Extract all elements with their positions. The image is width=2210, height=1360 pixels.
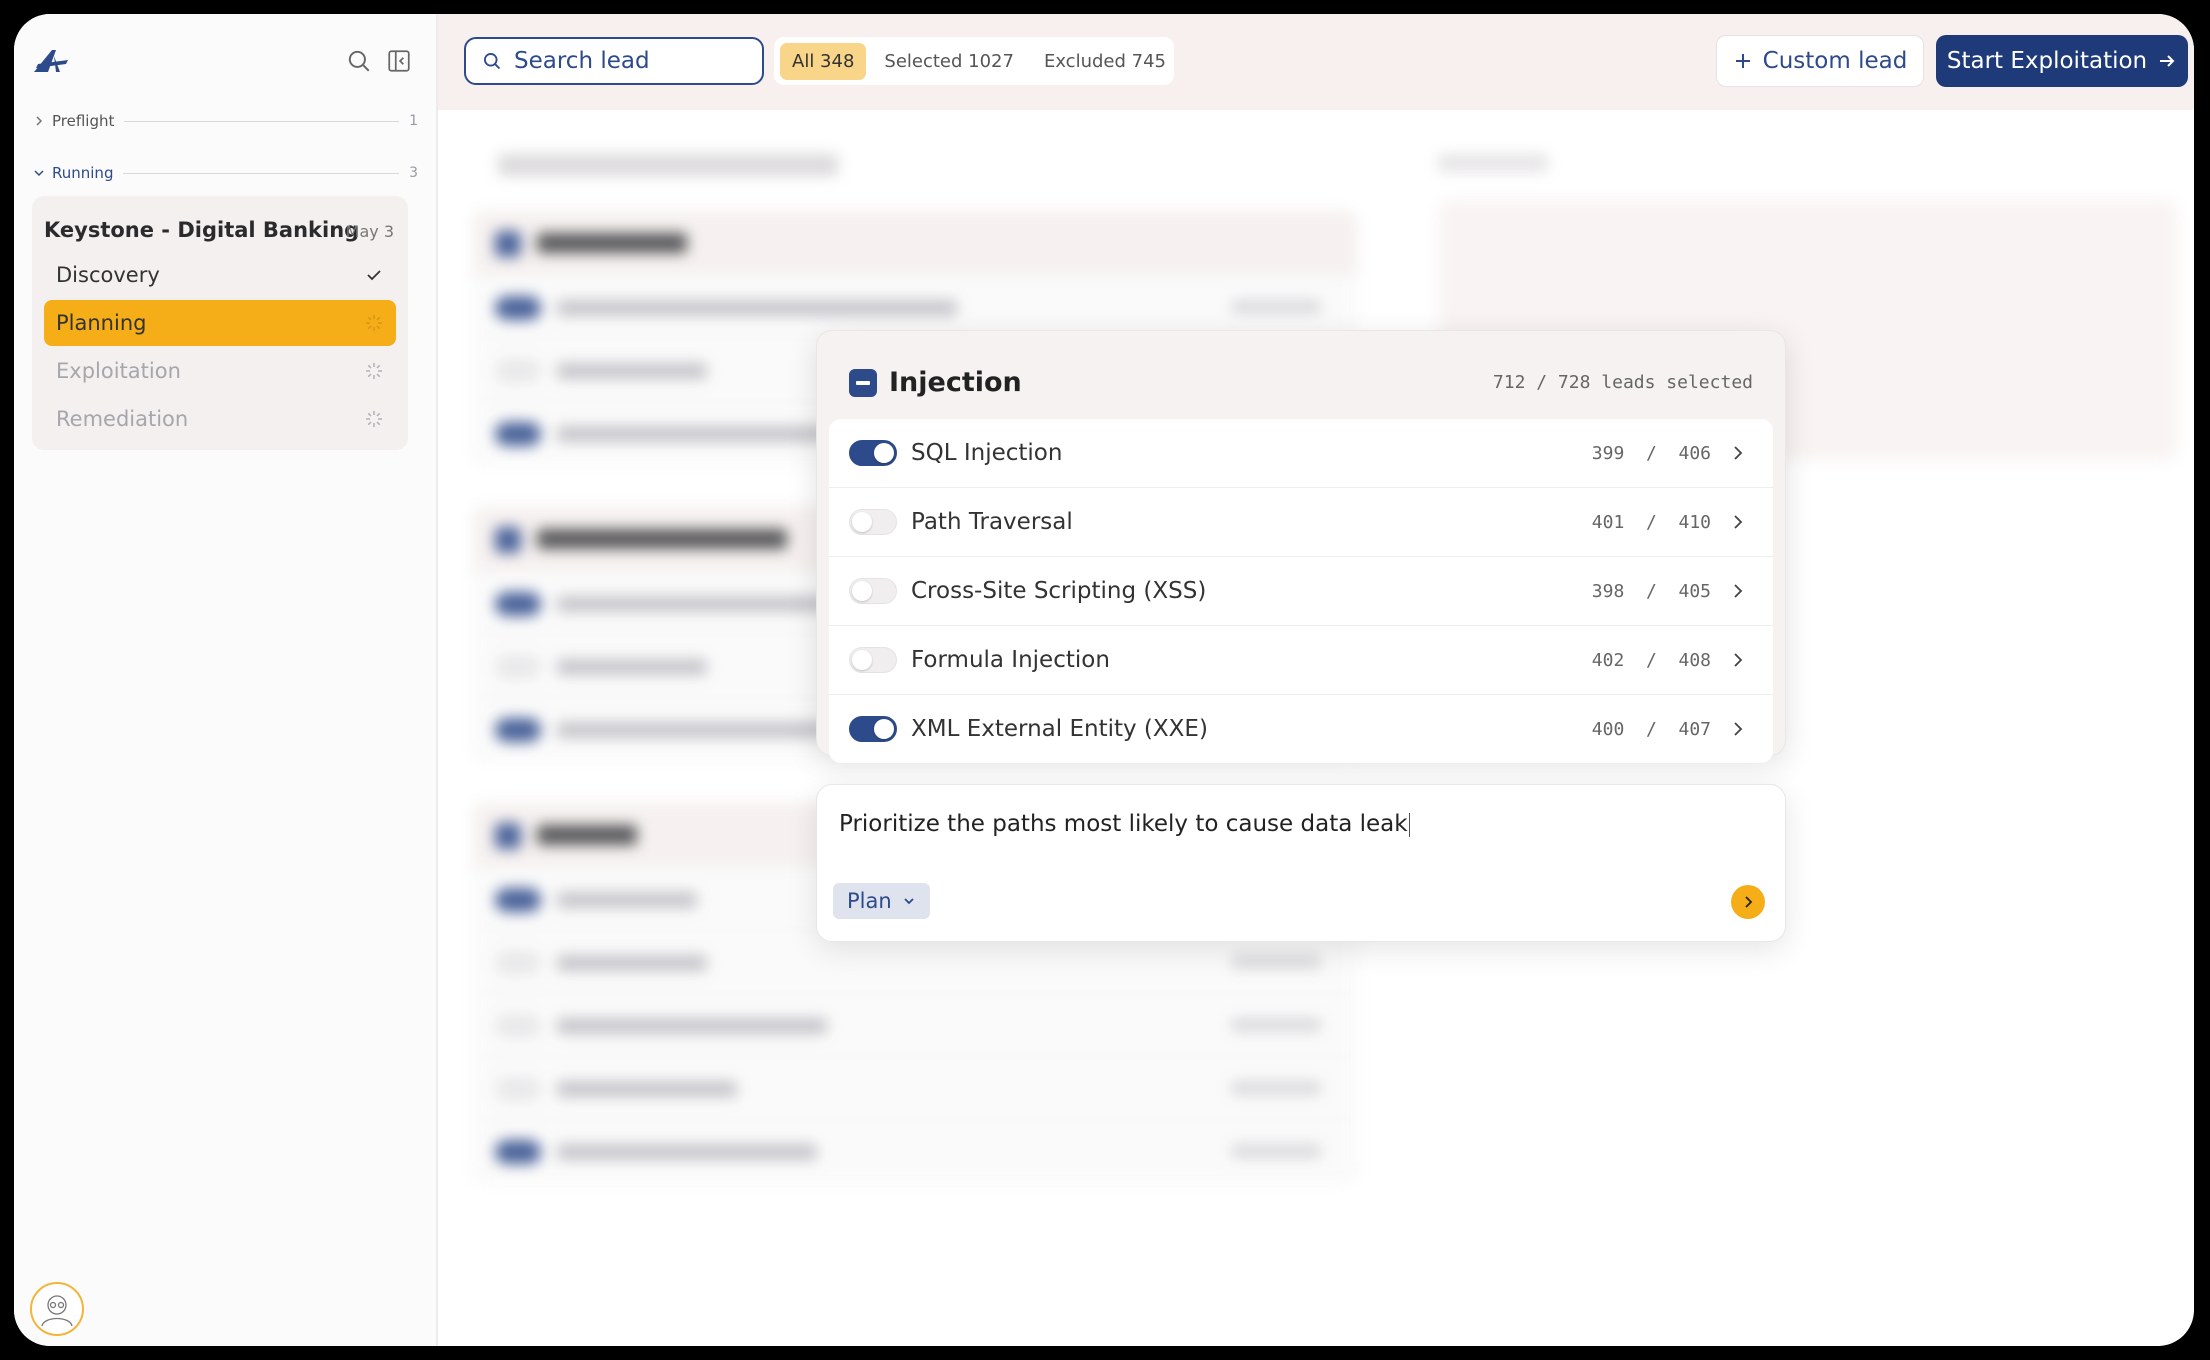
prompt-box[interactable]: Prioritize the paths most likely to caus… [816, 784, 1786, 942]
lead-name: SQL Injection [911, 440, 1063, 466]
search-icon[interactable] [346, 48, 372, 74]
top-bar: All 348 Selected 1027 Excluded 745 Custo… [438, 14, 2194, 110]
spinner-icon [366, 411, 382, 427]
step-label: Discovery [56, 263, 160, 287]
lead-name: Path Traversal [911, 509, 1073, 535]
bg-heading [498, 154, 838, 176]
chevron-down-icon [34, 170, 44, 177]
collapse-sidebar-icon[interactable] [386, 48, 412, 74]
prompt-input[interactable]: Prioritize the paths most likely to caus… [839, 811, 1410, 837]
filter-selected[interactable]: Selected 1027 [872, 43, 1026, 80]
custom-lead-label: Custom lead [1762, 48, 1908, 74]
section-count: 3 [409, 165, 418, 181]
group-title: Injection [889, 367, 1022, 398]
lead-toggle[interactable] [849, 509, 897, 535]
lead-count: 401 / 410 [1591, 511, 1711, 533]
step-label: Planning [56, 311, 147, 335]
app-screen: Preflight 1 Running 3 Keystone - Digital… [14, 14, 2194, 1346]
lead-row[interactable]: XML External Entity (XXE) 400 / 407 [829, 695, 1773, 763]
avatar-icon [41, 1295, 73, 1327]
start-exploitation-button[interactable]: Start Exploitation [1936, 35, 2188, 87]
spinner-icon [366, 315, 382, 331]
lead-toggle[interactable] [849, 578, 897, 604]
leads-selected-summary: 712 / 728 leads selected [1492, 372, 1753, 393]
lead-row[interactable]: Path Traversal 401 / 410 [829, 488, 1773, 557]
lead-count: 400 / 407 [1591, 718, 1711, 740]
custom-lead-button[interactable]: Custom lead [1716, 35, 1924, 87]
filter-tabs: All 348 Selected 1027 Excluded 745 [774, 37, 1174, 85]
injection-popover: Injection 712 / 728 leads selected SQL I… [816, 330, 1786, 763]
divider [124, 120, 400, 122]
lead-row[interactable]: SQL Injection 399 / 406 [829, 419, 1773, 488]
divider [123, 172, 400, 174]
start-exploitation-label: Start Exploitation [1946, 48, 2148, 74]
filter-excluded[interactable]: Excluded 745 [1032, 43, 1178, 80]
chevron-right-icon[interactable] [1729, 720, 1747, 738]
filter-all[interactable]: All 348 [780, 42, 867, 80]
prompt-text: Prioritize the paths most likely to caus… [839, 811, 1408, 837]
chevron-right-icon[interactable] [1729, 582, 1747, 600]
arrow-right-icon [2160, 55, 2175, 67]
plan-mode-dropdown[interactable]: Plan [833, 883, 930, 919]
send-button[interactable] [1731, 885, 1765, 919]
user-avatar[interactable] [30, 1282, 84, 1336]
lead-row[interactable]: Formula Injection 402 / 408 [829, 626, 1773, 695]
step-planning[interactable]: Planning [44, 300, 396, 346]
search-box[interactable] [464, 37, 764, 85]
group-checkbox[interactable] [849, 368, 877, 397]
lead-toggle[interactable] [849, 647, 897, 673]
lead-name: Formula Injection [911, 647, 1110, 673]
chevron-right-icon[interactable] [1729, 651, 1747, 669]
section-count: 1 [409, 113, 418, 129]
lead-count: 402 / 408 [1591, 649, 1711, 671]
search-input[interactable] [512, 47, 736, 75]
app-logo-icon [34, 50, 68, 72]
chevron-right-icon[interactable] [1729, 444, 1747, 462]
step-remediation[interactable]: Remediation [44, 396, 396, 442]
section-preflight[interactable]: Preflight 1 [32, 112, 418, 130]
chevron-right-icon [1745, 896, 1753, 908]
search-icon [484, 53, 501, 70]
lead-toggle[interactable] [849, 440, 897, 466]
sidebar: Preflight 1 Running 3 Keystone - Digital… [14, 14, 438, 1346]
plan-mode-label: Plan [847, 889, 892, 913]
run-card[interactable]: Keystone - Digital Banking May 3 Discove… [32, 196, 408, 450]
lead-row[interactable]: Cross-Site Scripting (XSS) 398 / 405 [829, 557, 1773, 626]
step-label: Remediation [56, 407, 189, 431]
section-label: Preflight [52, 112, 115, 130]
run-title: Keystone - Digital Banking [44, 218, 360, 242]
lead-count: 398 / 405 [1591, 580, 1711, 602]
lead-name: Cross-Site Scripting (XSS) [911, 578, 1207, 604]
plus-icon [1735, 54, 1750, 68]
bg-heading-right [1438, 154, 1548, 172]
run-date: May 3 [345, 222, 394, 241]
lead-list: SQL Injection 399 / 406 Path Traversal 4… [829, 419, 1773, 763]
lead-toggle[interactable] [849, 716, 897, 742]
section-running[interactable]: Running 3 [32, 164, 418, 182]
step-discovery[interactable]: Discovery [44, 252, 396, 298]
chevron-down-icon [904, 898, 914, 905]
step-label: Exploitation [56, 359, 181, 383]
lead-name: XML External Entity (XXE) [911, 716, 1208, 742]
spinner-icon [366, 363, 382, 379]
device-frame: Preflight 1 Running 3 Keystone - Digital… [0, 0, 2210, 1360]
step-exploitation[interactable]: Exploitation [44, 348, 396, 394]
popover-header: Injection 712 / 728 leads selected [849, 367, 1753, 398]
lead-count: 399 / 406 [1591, 442, 1711, 464]
section-label: Running [52, 164, 114, 182]
chevron-right-icon[interactable] [1729, 513, 1747, 531]
chevron-right-icon [36, 116, 43, 126]
text-caret [1408, 812, 1410, 837]
checkmark-icon [367, 270, 381, 281]
